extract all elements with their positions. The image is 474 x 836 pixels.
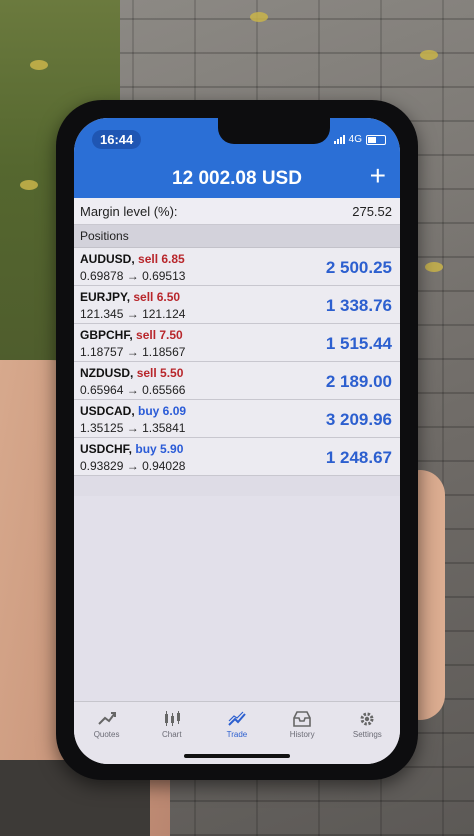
position-type: sell 6.50 (133, 290, 181, 304)
tab-label: History (289, 730, 315, 739)
current-price: 0.94028 (142, 459, 186, 473)
positions-header: Positions (74, 225, 400, 248)
status-time: 16:44 (92, 130, 142, 149)
position-row[interactable]: GBPCHF, sell 7.50 1.18757 → 1.18567 1 51… (74, 324, 400, 362)
chart-icon (143, 710, 201, 730)
trade-content: Margin level (%): 275.52 Positions AUDUS… (74, 198, 400, 476)
position-profit: 2 189.00 (325, 372, 392, 391)
margin-level-label: Margin level (%): (80, 203, 178, 219)
position-row[interactable]: USDCHF, buy 5.90 0.93829 → 0.94028 1 248… (74, 438, 400, 476)
quotes-icon (78, 710, 136, 730)
tab-label: Chart (162, 730, 182, 739)
leaf (30, 60, 48, 70)
settings-icon (338, 710, 396, 730)
position-profit: 3 209.96 (325, 410, 392, 429)
position-symbol: EURJPY, (80, 290, 131, 304)
position-type: sell 7.50 (136, 328, 183, 342)
history-icon (273, 710, 331, 730)
arrow-icon: → (126, 269, 139, 283)
open-price: 0.65964 (80, 383, 124, 397)
position-row[interactable]: AUDUSD, sell 6.85 0.69878 → 0.69513 2 50… (74, 248, 400, 286)
arrow-icon: → (126, 383, 139, 397)
leaf (420, 50, 438, 60)
account-balance: 12 002.08 USD (172, 168, 302, 189)
leaf (425, 262, 443, 272)
notch (218, 118, 330, 144)
network-label: 4G (348, 134, 362, 145)
current-price: 1.35841 (142, 421, 186, 435)
current-price: 121.124 (142, 307, 186, 321)
position-profit: 1 515.44 (325, 334, 392, 353)
arrow-icon: → (126, 307, 139, 321)
position-type: buy 5.90 (135, 442, 184, 456)
current-price: 1.18567 (142, 345, 186, 359)
position-symbol: USDCHF, (80, 442, 133, 456)
open-price: 0.69878 (80, 269, 124, 283)
position-symbol: GBPCHF, (80, 328, 133, 342)
battery-icon (366, 134, 386, 145)
phone-screen: 16:44 4G 12 002.08 USD + Margin level (%… (74, 118, 400, 764)
open-price: 0.93829 (80, 459, 124, 473)
leaf (20, 180, 38, 190)
home-indicator (184, 754, 290, 758)
tab-quotes[interactable]: Quotes (78, 702, 136, 764)
tab-label: Quotes (93, 730, 120, 739)
trade-icon (208, 710, 266, 730)
empty-list-area (74, 496, 400, 706)
tab-settings[interactable]: Settings (338, 702, 396, 764)
status-icons: 4G (333, 134, 386, 145)
leaf (250, 12, 268, 22)
tab-label: Settings (352, 730, 382, 739)
open-price: 1.18757 (80, 345, 124, 359)
open-price: 1.35125 (80, 421, 124, 435)
position-type: buy 6.09 (138, 404, 187, 418)
position-type: sell 6.85 (138, 252, 185, 266)
position-profit: 1 338.76 (325, 296, 392, 315)
position-profit: 1 248.67 (325, 448, 392, 467)
position-symbol: USDCAD, (80, 404, 135, 418)
arrow-icon: → (126, 459, 139, 473)
current-price: 0.69513 (142, 269, 186, 283)
margin-level-row: Margin level (%): 275.52 (74, 198, 400, 225)
position-row[interactable]: NZDUSD, sell 5.50 0.65964 → 0.65566 2 18… (74, 362, 400, 400)
current-price: 0.65566 (142, 383, 186, 397)
arrow-icon: → (126, 345, 139, 359)
position-row[interactable]: USDCAD, buy 6.09 1.35125 → 1.35841 3 209… (74, 400, 400, 438)
tab-label: Trade (226, 730, 248, 739)
margin-level-value: 275.52 (352, 203, 392, 219)
add-order-button[interactable]: + (370, 162, 386, 190)
position-symbol: NZDUSD, (80, 366, 134, 380)
open-price: 121.345 (80, 307, 124, 321)
position-row[interactable]: EURJPY, sell 6.50 121.345 → 121.124 1 33… (74, 286, 400, 324)
position-type: sell 5.50 (136, 366, 184, 380)
signal-icon (333, 135, 345, 144)
arrow-icon: → (126, 421, 139, 435)
position-profit: 2 500.25 (325, 258, 392, 277)
position-symbol: AUDUSD, (80, 252, 135, 266)
